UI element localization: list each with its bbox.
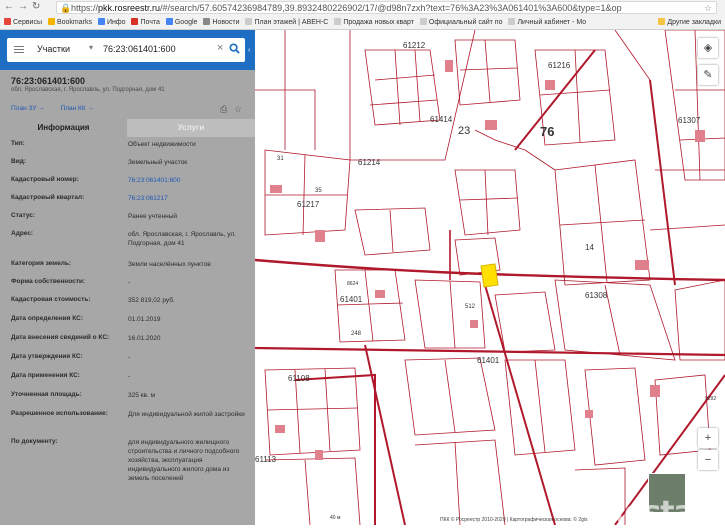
bookmark-icon [97,18,105,25]
map-label: 61217 [297,200,320,209]
info-panel: Участки ▾ 76:23:061401:600 × ‹ 76:23:061… [0,30,255,525]
bookmark-item[interactable]: Официальный сайт по [419,15,502,30]
collapse-panel-icon[interactable]: ‹ [248,45,255,57]
print-icon[interactable]: ⎙ [220,104,227,115]
bookmark-item[interactable]: Bookmarks [47,15,92,30]
map-canvas[interactable]: 61212 61216 61414 23 76 61307 61214 6121… [255,30,725,525]
map-label: 61216 [548,61,571,70]
map-label: 9292 [705,396,716,402]
map-label: 248 [351,331,362,337]
map-label: 61401 [340,295,363,304]
search-bar: Участки ▾ 76:23:061401:600 × [0,30,255,70]
address-bar-row: ← → ↻ 🔒 https://pkk.rosreestr.ru/#/searc… [0,0,725,15]
map-label: 35 [315,188,322,194]
folder-icon [419,18,427,25]
menu-icon[interactable] [14,46,24,55]
map-label: 61212 [403,41,426,50]
tab-services[interactable]: Услуги [127,119,255,137]
bookmark-item[interactable]: Инфо [97,15,126,30]
favorite-star-icon[interactable]: ☆ [234,104,242,115]
scale-bar: 40 м [330,515,341,521]
url-field[interactable]: 🔒 https://pkk.rosreestr.ru/#/search/57.6… [56,1,717,14]
map-label: 61401 [477,356,500,365]
news-icon [203,18,211,25]
star-icon [47,18,55,25]
map-label: 14 [585,243,594,252]
map-label: 61307 [678,116,701,125]
other-bookmarks[interactable]: Другие закладки [658,15,721,30]
plan-zu-link[interactable]: План ЗУ → [11,105,45,112]
folder-icon [658,18,666,25]
forward-icon[interactable]: → [18,1,28,12]
reload-icon[interactable]: ↻ [32,1,40,12]
parcel-title: 76:23:061401:600 [11,76,86,86]
cadastral-map[interactable]: 61212 61216 61414 23 76 61307 61214 6121… [255,30,725,525]
bookmarks-bar: Сервисы Bookmarks Инфо Почта Google Ново… [0,15,725,30]
plan-kk-link[interactable]: План КК → [61,105,94,112]
map-attribution: ПКК © Росреестр 2010-2020 | Картографиче… [440,517,588,523]
map-label: 61108 [288,374,310,383]
back-icon[interactable]: ← [4,1,14,12]
bookmark-item[interactable]: Новости [203,15,240,30]
bookmark-icon [4,18,11,25]
bookmark-item[interactable]: Google [165,15,197,30]
search-icon[interactable] [229,43,240,54]
panel-tabs: Информация Услуги [0,119,255,137]
url-path: /#/search/57.605742369847​89,39.89324802… [160,3,622,13]
map-label: 61214 [358,158,381,167]
map-label: 61308 [585,291,608,300]
parcel-short-address: обл. Ярославская, г. Ярославль, ул. Подг… [11,87,165,93]
bookmark-item[interactable]: Сервисы [4,15,42,30]
folder-icon [508,18,516,25]
cadastral-number-link[interactable]: 76:23:061401:600 [128,176,248,185]
plan-links: План ЗУ → План КК → [11,105,108,112]
search-input[interactable]: 76:23:061401:600 [103,44,176,54]
map-label: 8624 [347,281,358,287]
mail-icon [131,18,139,25]
close-icon[interactable]: × [217,42,223,54]
folder-icon [245,18,253,25]
map-label: 31 [277,156,284,162]
ruler-icon[interactable]: ✎ [698,65,718,85]
bookmark-item[interactable]: Почта [131,15,160,30]
bookmark-item[interactable]: Продажа новых кварт [334,15,414,30]
layers-icon[interactable]: ◈ [698,38,718,58]
folder-icon [334,18,342,25]
map-label: 23 [458,125,470,137]
zoom-in-button[interactable]: + [698,428,718,448]
search-type-select[interactable]: Участки [37,44,70,54]
zoom-out-button[interactable]: − [698,450,718,470]
cadastral-quarter-link[interactable]: 76:23:061217 [128,194,248,203]
google-icon [165,18,173,25]
map-label: 61113 [255,455,277,464]
lock-icon: 🔒 [60,3,72,13]
bookmark-item[interactable]: Личный кабинет - Мо [508,15,586,30]
chevron-down-icon[interactable]: ▾ [89,43,93,52]
map-label: 76 [540,124,554,139]
url-host: pkk.rosreestr.ru [98,3,161,13]
bookmark-item[interactable]: План этажей | АВЕН-С [245,15,328,30]
map-label: 512 [465,304,476,310]
tab-information[interactable]: Информация [0,119,127,137]
bookmark-star-icon[interactable]: ☆ [704,2,712,13]
search-box: Участки ▾ 76:23:061401:600 × [7,38,245,62]
browser-chrome: ← → ↻ 🔒 https://pkk.rosreestr.ru/#/searc… [0,0,725,30]
map-label: 61414 [430,115,453,124]
